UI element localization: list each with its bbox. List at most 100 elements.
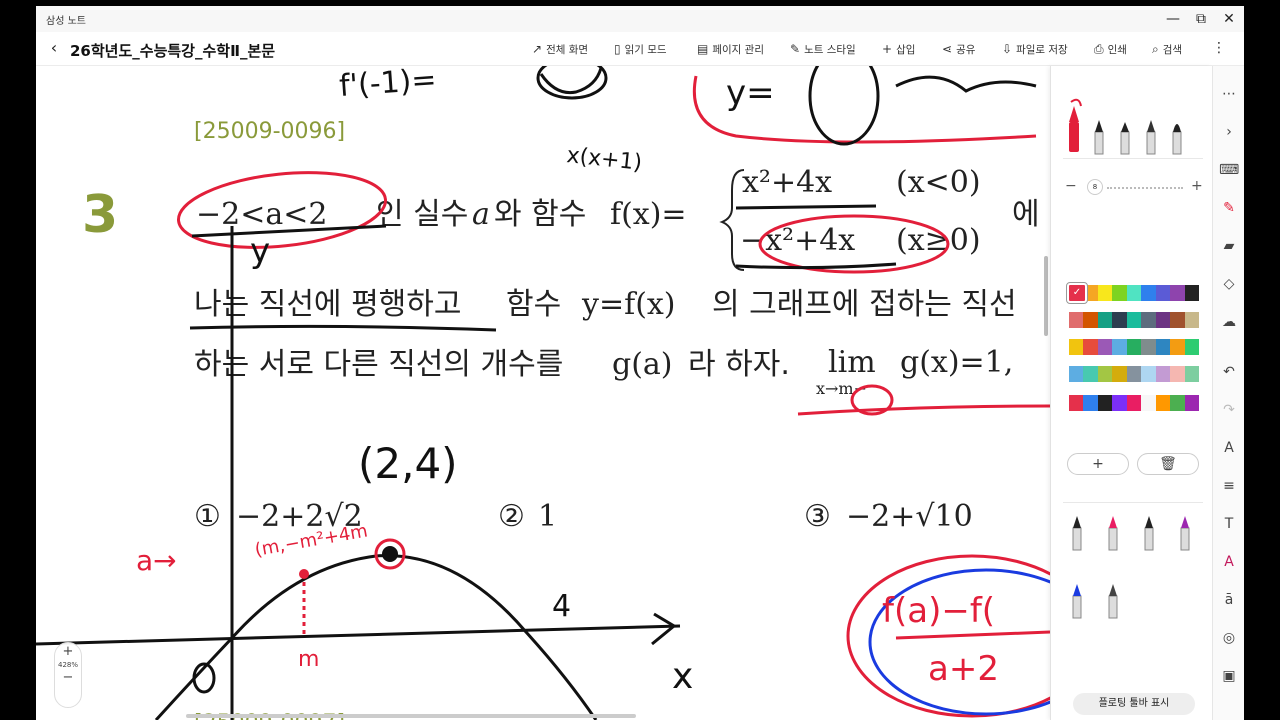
color-swatch[interactable]: [1097, 285, 1113, 301]
color-swatch[interactable]: [1112, 312, 1127, 328]
favorite-pen-gray-icon[interactable]: [1108, 584, 1118, 619]
favorite-pen-pink-icon[interactable]: [1108, 516, 1118, 551]
color-swatch[interactable]: [1126, 312, 1142, 328]
vertical-scrollbar[interactable]: [1044, 256, 1048, 336]
back-button[interactable]: ‹: [44, 38, 64, 57]
color-swatch[interactable]: [1155, 366, 1171, 382]
color-swatch[interactable]: [1126, 395, 1142, 411]
download-icon: ⇩: [1002, 42, 1013, 56]
collapse-panel-icon[interactable]: ›: [1219, 122, 1239, 142]
favorite-pen-blue-icon[interactable]: [1072, 584, 1082, 619]
color-swatch[interactable]: [1112, 366, 1127, 382]
color-swatch[interactable]: [1083, 366, 1098, 382]
lasso-icon[interactable]: ☁: [1219, 312, 1239, 332]
pen-tool-icon[interactable]: ✎: [1219, 198, 1239, 218]
insert-button[interactable]: + 삽입: [882, 42, 915, 57]
more-options-button[interactable]: ⋮: [1212, 40, 1226, 56]
color-swatch[interactable]: [1170, 366, 1185, 382]
color-swatch[interactable]: [1155, 339, 1171, 355]
color-swatch[interactable]: [1170, 395, 1185, 411]
color-swatch[interactable]: [1097, 339, 1113, 355]
show-floating-toolbar-button[interactable]: 플로팅 툴바 표시: [1073, 693, 1195, 715]
color-swatch[interactable]: [1155, 285, 1171, 301]
color-swatch[interactable]: [1112, 395, 1127, 411]
search-button[interactable]: ⌕ 검색: [1152, 42, 1182, 57]
color-swatch[interactable]: [1126, 285, 1142, 301]
color-swatch[interactable]: [1141, 366, 1156, 382]
page-manage-button[interactable]: ▤ 페이지 관리: [697, 42, 764, 57]
color-swatch[interactable]: [1083, 312, 1098, 328]
more-tools-icon[interactable]: ⋯: [1219, 84, 1239, 104]
redo-icon[interactable]: ↷: [1219, 400, 1239, 420]
spell-icon[interactable]: ā: [1219, 590, 1239, 610]
color-swatch[interactable]: [1184, 339, 1199, 355]
pen-size-slider[interactable]: − 8 +: [1065, 178, 1205, 198]
text-shape-icon[interactable]: A: [1219, 438, 1239, 458]
zoom-in-button[interactable]: +: [55, 643, 81, 661]
color-swatch[interactable]: [1141, 312, 1156, 328]
restore-button[interactable]: ⧉: [1188, 8, 1214, 30]
align-icon[interactable]: ≡: [1219, 476, 1239, 496]
add-pen-button[interactable]: +: [1067, 453, 1129, 475]
color-swatch[interactable]: [1126, 339, 1142, 355]
color-swatch[interactable]: [1184, 395, 1199, 411]
close-button[interactable]: ✕: [1216, 8, 1242, 30]
color-swatch[interactable]: [1141, 395, 1156, 411]
pencil-black-icon[interactable]: [1146, 120, 1156, 155]
favorite-pen-black-icon[interactable]: [1072, 516, 1082, 551]
note-canvas[interactable]: f'(-1)= x(x+1) y= [25009-0096] 3 −2<a<2 …: [36, 66, 1050, 720]
color-swatch[interactable]: [1170, 339, 1185, 355]
pen-black-icon-2[interactable]: [1120, 122, 1130, 155]
favorite-pencil-black-icon[interactable]: [1144, 516, 1154, 551]
size-decrease-button[interactable]: −: [1065, 178, 1077, 194]
color-swatch[interactable]: [1069, 395, 1084, 411]
color-swatch[interactable]: [1097, 312, 1113, 328]
note-style-button[interactable]: ✎ 노트 스타일: [790, 42, 856, 57]
ink-red-a-arrow: a→: [136, 544, 177, 577]
color-swatch[interactable]: [1184, 366, 1199, 382]
condition-a-range: −2<a<2: [196, 197, 327, 232]
pen-black-icon-1[interactable]: [1094, 120, 1104, 155]
color-swatch[interactable]: [1141, 339, 1156, 355]
color-swatch[interactable]: [1184, 312, 1199, 328]
color-swatch[interactable]: [1069, 312, 1084, 328]
color-swatch[interactable]: [1155, 312, 1171, 328]
shapes-icon[interactable]: ◎: [1219, 628, 1239, 648]
color-swatch[interactable]: [1170, 285, 1185, 301]
zoom-out-button[interactable]: −: [55, 669, 81, 687]
color-swatch[interactable]: [1097, 395, 1113, 411]
color-swatch[interactable]: [1112, 285, 1127, 301]
eraser-icon[interactable]: ◇: [1219, 274, 1239, 294]
fountain-pen-red-icon[interactable]: [1069, 98, 1082, 152]
color-swatch[interactable]: [1083, 395, 1098, 411]
horizontal-scrollbar[interactable]: [186, 714, 636, 718]
print-button[interactable]: ⎙ 인쇄: [1094, 42, 1127, 57]
size-increase-button[interactable]: +: [1191, 178, 1203, 194]
color-swatch[interactable]: [1126, 366, 1142, 382]
color-swatch[interactable]: [1184, 285, 1199, 301]
color-swatch[interactable]: [1112, 339, 1127, 355]
minimize-button[interactable]: —: [1160, 8, 1186, 30]
color-swatch[interactable]: [1083, 339, 1098, 355]
color-swatch[interactable]: [1141, 285, 1156, 301]
selected-color-swatch[interactable]: ✓: [1066, 282, 1088, 304]
share-button[interactable]: ⋖ 공유: [942, 42, 975, 57]
color-swatch[interactable]: [1170, 312, 1185, 328]
fullscreen-button[interactable]: ↗ 전체 화면: [532, 42, 588, 57]
undo-icon[interactable]: ↶: [1219, 362, 1239, 382]
color-swatch[interactable]: [1069, 366, 1084, 382]
reading-mode-button[interactable]: ▯ 읽기 모드: [614, 42, 667, 57]
color-swatch[interactable]: [1155, 395, 1171, 411]
color-swatch[interactable]: [1069, 339, 1084, 355]
highlighter-icon[interactable]: ▰: [1219, 236, 1239, 256]
keyboard-icon[interactable]: ⌨: [1219, 160, 1239, 180]
handwriting-text-icon[interactable]: A: [1219, 552, 1239, 572]
delete-pen-button[interactable]: 🗑: [1137, 453, 1199, 475]
favorite-pen-purple-icon[interactable]: [1180, 516, 1190, 551]
save-as-file-button[interactable]: ⇩ 파일로 저장: [1002, 42, 1068, 57]
image-icon[interactable]: ▣: [1219, 666, 1239, 686]
text-tool-icon[interactable]: T: [1219, 514, 1239, 534]
color-swatch[interactable]: [1097, 366, 1113, 382]
brush-black-icon[interactable]: [1172, 124, 1182, 155]
size-slider-knob[interactable]: 8: [1087, 179, 1103, 195]
